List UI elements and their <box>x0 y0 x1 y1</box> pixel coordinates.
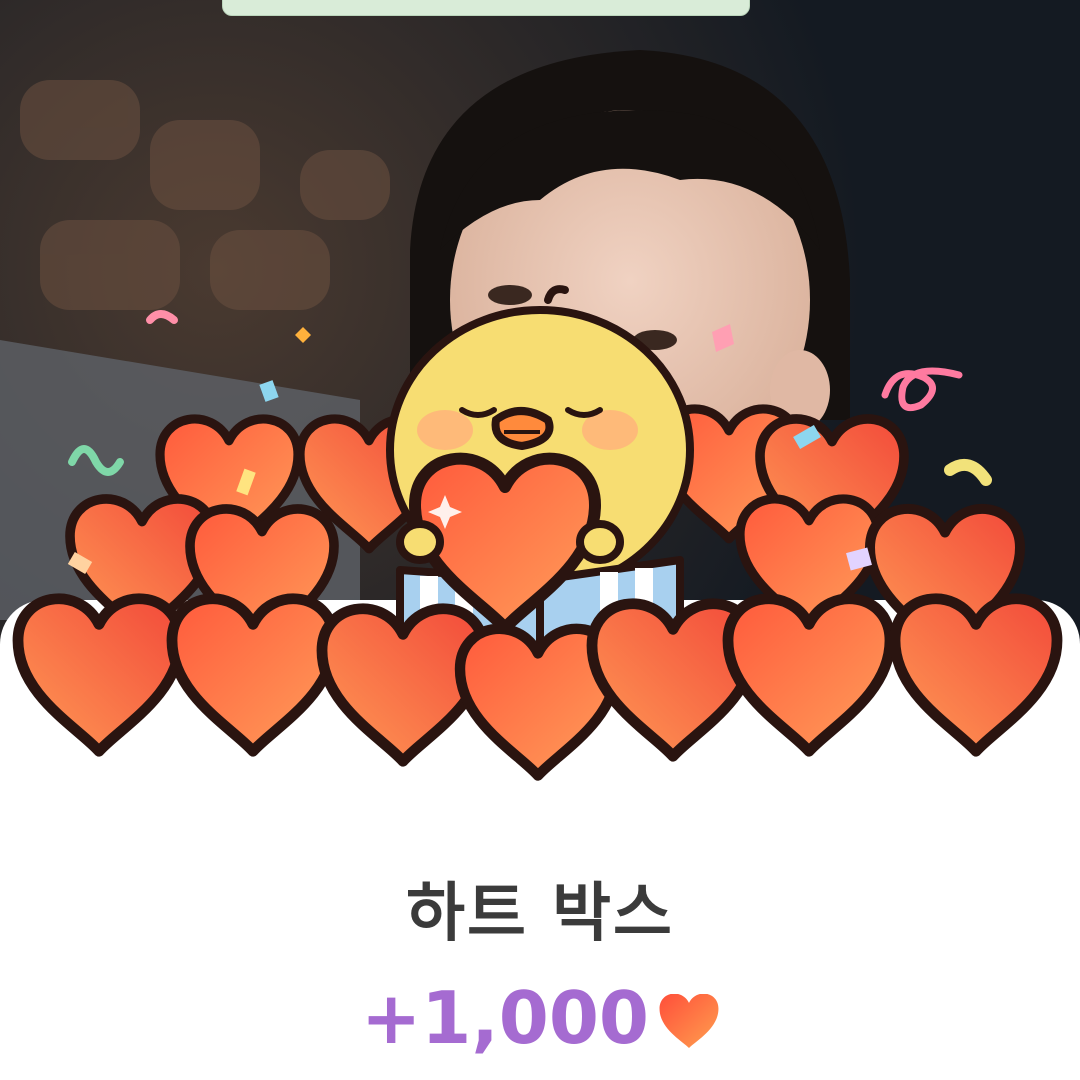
top-notification-bar <box>222 0 750 16</box>
reward-amount-row: +1,000 <box>0 978 1080 1058</box>
reward-amount: +1,000 <box>360 976 650 1060</box>
reward-title: 하트 박스 <box>406 877 674 951</box>
heart-icon <box>659 994 719 1048</box>
heart-box-illustration <box>0 285 1080 800</box>
